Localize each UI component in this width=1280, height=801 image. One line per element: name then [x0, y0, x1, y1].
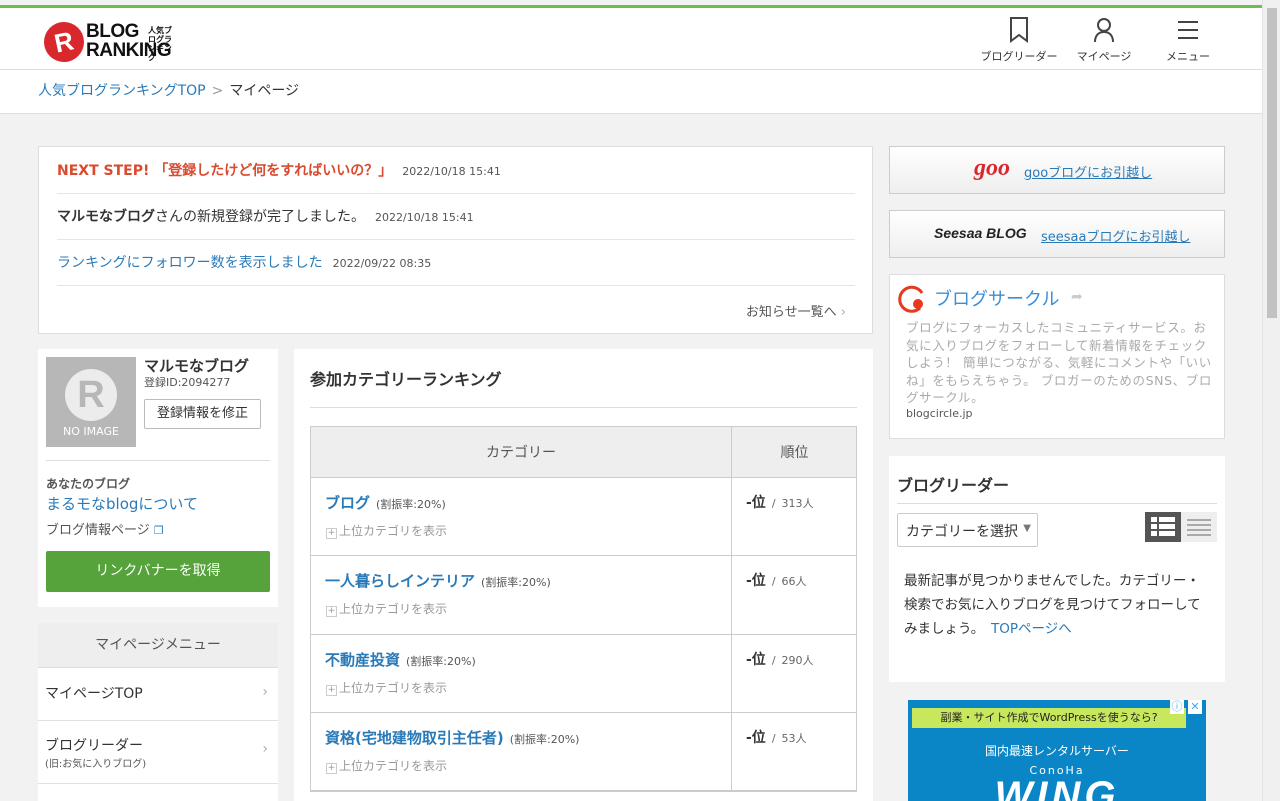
ad-close-icon[interactable]: ✕	[1188, 700, 1202, 714]
avatar: R NO IMAGE	[46, 357, 136, 447]
scrollbar-thumb[interactable]	[1267, 8, 1277, 318]
seesaa-migration-button[interactable]: Seesaa BLOG seesaaブログにお引越し	[889, 210, 1225, 258]
rank-value: -位/66人	[746, 573, 807, 589]
chevron-right-icon: ›	[262, 684, 268, 700]
blog-circle-logo-icon	[898, 285, 928, 317]
your-blog-label: あなたのブログ	[46, 477, 131, 491]
blog-circle-panel[interactable]: ブログサークル ➦ ブログにフォーカスしたコミュニティサービス。お気に入りブログ…	[889, 274, 1225, 439]
news-date: 2022/10/18 15:41	[402, 165, 501, 178]
show-parent-category[interactable]: + 上位カテゴリを表示	[326, 757, 447, 774]
link-banner-button[interactable]: リンクバナーを取得	[46, 551, 270, 592]
table-row: 不動産投資 (割振率:20%) + 上位カテゴリを表示 -位/290人	[311, 635, 856, 713]
ad-info-icon[interactable]: ⓘ	[1170, 700, 1184, 714]
edit-profile-button[interactable]: 登録情報を修正	[144, 399, 261, 429]
category-link[interactable]: 不動産投資 (割振率:20%)	[325, 649, 476, 670]
plus-icon: +	[326, 606, 337, 617]
plus-icon: +	[326, 763, 337, 774]
profile-name: マルモなブログ	[144, 357, 250, 375]
site-header: R BLOG RANKING 人気ブログランキング ブログリーダー マイページ メ…	[0, 8, 1262, 70]
menu-item-blog-reader[interactable]: ブログリーダー (旧:お気に入りブログ) ›	[38, 721, 278, 784]
blog-circle-title: ブログサークル	[934, 289, 1060, 310]
show-parent-category[interactable]: + 上位カテゴリを表示	[326, 600, 447, 617]
goo-logo: goo	[974, 155, 1010, 181]
category-link[interactable]: 一人暮らしインテリア (割振率:20%)	[325, 570, 551, 591]
rank-value: -位/313人	[746, 495, 814, 511]
share-arrow-icon: ➦	[1071, 289, 1083, 305]
blog-reader-title: ブログリーダー	[897, 476, 1010, 495]
news-date: 2022/10/18 15:41	[375, 211, 474, 224]
plus-icon: +	[326, 528, 337, 539]
breadcrumb-separator: >	[211, 83, 224, 99]
profile-reg-id: 登録ID:2094277	[144, 376, 231, 389]
rank-value: -位/290人	[746, 652, 814, 668]
news-title[interactable]: NEXT STEP! 「登録したけど何をすればいいの？」	[57, 163, 392, 179]
mypage-menu-title: マイページメニュー	[38, 623, 278, 668]
blog-name-link[interactable]: まるモなblogについて	[46, 493, 198, 514]
blog-circle-description: ブログにフォーカスしたコミュニティサービス。お気に入りブログをフォローして新着情…	[906, 320, 1212, 405]
user-icon	[1072, 16, 1136, 44]
category-select[interactable]: カテゴリーを選択 ▼	[897, 513, 1038, 547]
goo-migration-button[interactable]: goo gooブログにお引越し	[889, 146, 1225, 194]
page-scrollbar[interactable]	[1262, 0, 1280, 801]
blog-reader-message: 最新記事が見つかりませんでした。カテゴリー・検索でお気に入りブログを見つけてフォ…	[904, 573, 1201, 637]
category-link[interactable]: 資格(宅地建物取引主任者) (割振率:20%)	[325, 727, 579, 748]
site-logo[interactable]: R BLOG RANKING 人気ブログランキング	[40, 18, 192, 66]
list-view-icon[interactable]	[1145, 512, 1181, 542]
menu-item-mypage-top[interactable]: マイページTOP ›	[38, 668, 278, 721]
table-row: ブログ (割振率:20%) + 上位カテゴリを表示 -位/313人	[311, 478, 856, 556]
plus-icon: +	[326, 685, 337, 696]
col-category: カテゴリー	[486, 445, 556, 461]
ad-headline: 副業・サイト作成でWordPressを使うなら?	[912, 708, 1186, 728]
col-rank: 順位	[780, 445, 809, 461]
avatar-placeholder-icon: R	[65, 369, 117, 421]
table-row: 資格(宅地建物取引主任者) (割振率:20%) + 上位カテゴリを表示 -位/53人	[311, 713, 856, 791]
nav-mypage[interactable]: マイページ	[1072, 16, 1136, 64]
category-ranking-panel: 参加カテゴリーランキング カテゴリー 順位 ブログ (割振率:20%) + 上位カテ…	[294, 349, 873, 801]
show-parent-category[interactable]: + 上位カテゴリを表示	[326, 522, 447, 539]
news-panel: NEXT STEP! 「登録したけど何をすればいいの？」 2022/10/18 1…	[38, 146, 873, 334]
seesaa-migration-link[interactable]: seesaaブログにお引越し	[1041, 226, 1190, 245]
profile-card: R NO IMAGE マルモなブログ 登録ID:2094277 登録情報を修正 …	[38, 349, 278, 607]
news-item[interactable]: NEXT STEP! 「登録したけど何をすればいいの？」 2022/10/18 1…	[57, 147, 855, 194]
breadcrumb-home-link[interactable]: 人気ブログランキングTOP	[38, 83, 206, 99]
blog-circle-url: blogcircle.jp	[906, 407, 973, 420]
hamburger-menu-icon	[1160, 16, 1216, 44]
breadcrumb-current: マイページ	[229, 83, 300, 99]
ranking-table: カテゴリー 順位 ブログ (割振率:20%) + 上位カテゴリを表示 -位/313人…	[310, 426, 857, 792]
chevron-right-icon: ›	[840, 305, 846, 320]
seesaa-logo: Seesaa BLOG	[934, 225, 1027, 241]
nav-blog-reader[interactable]: ブログリーダー	[980, 16, 1058, 64]
chevron-down-icon: ▼	[1023, 523, 1031, 534]
breadcrumb: 人気ブログランキングTOP > マイページ	[0, 70, 1262, 114]
show-parent-category[interactable]: + 上位カテゴリを表示	[326, 679, 447, 696]
external-window-icon: ❐	[153, 524, 164, 537]
ranking-title: 参加カテゴリーランキング	[310, 370, 502, 389]
blog-info-link[interactable]: ブログ情報ページ ❐	[46, 519, 164, 538]
ad-product: WING	[994, 774, 1120, 801]
news-more-link[interactable]: お知らせ一覧へ ›	[746, 301, 846, 320]
news-blog-name: マルモなブログ	[57, 209, 155, 225]
table-row: 一人暮らしインテリア (割振率:20%) + 上位カテゴリを表示 -位/66人	[311, 556, 856, 635]
news-link[interactable]: ランキングにフォロワー数を表示しました	[57, 255, 323, 271]
rank-value: -位/53人	[746, 730, 807, 746]
compact-view-icon[interactable]	[1181, 512, 1217, 542]
noimage-label: NO IMAGE	[63, 425, 119, 438]
news-date: 2022/09/22 08:35	[332, 257, 432, 270]
logo-mark-icon: R	[40, 18, 88, 66]
ad-subtitle: 国内最速レンタルサーバー	[985, 744, 1129, 758]
table-header: カテゴリー 順位	[311, 427, 856, 478]
goo-migration-link[interactable]: gooブログにお引越し	[1024, 162, 1152, 181]
news-item[interactable]: ランキングにフォロワー数を表示しました 2022/09/22 08:35	[57, 240, 855, 286]
top-page-link[interactable]: TOPページへ	[991, 621, 1072, 637]
news-item: マルモなブログさんの新規登録が完了しました。 2022/10/18 15:41	[57, 194, 855, 240]
bookmark-icon	[980, 16, 1058, 44]
news-text: さんの新規登録が完了しました。	[155, 209, 365, 225]
mypage-menu: マイページメニュー マイページTOP › ブログリーダー (旧:お気に入りブログ) ›	[38, 623, 278, 801]
advertisement[interactable]: 副業・サイト作成でWordPressを使うなら? ⓘ ✕ 国内最速レンタルサーバ…	[908, 700, 1206, 801]
nav-menu[interactable]: メニュー	[1160, 16, 1216, 64]
blog-reader-panel: ブログリーダー カテゴリーを選択 ▼ 最新記事が見つかりませんでした。カテゴリー・…	[889, 456, 1225, 682]
chevron-right-icon: ›	[262, 741, 268, 757]
logo-subtext: 人気ブログランキング	[148, 26, 172, 62]
category-link[interactable]: ブログ (割振率:20%)	[325, 492, 446, 513]
